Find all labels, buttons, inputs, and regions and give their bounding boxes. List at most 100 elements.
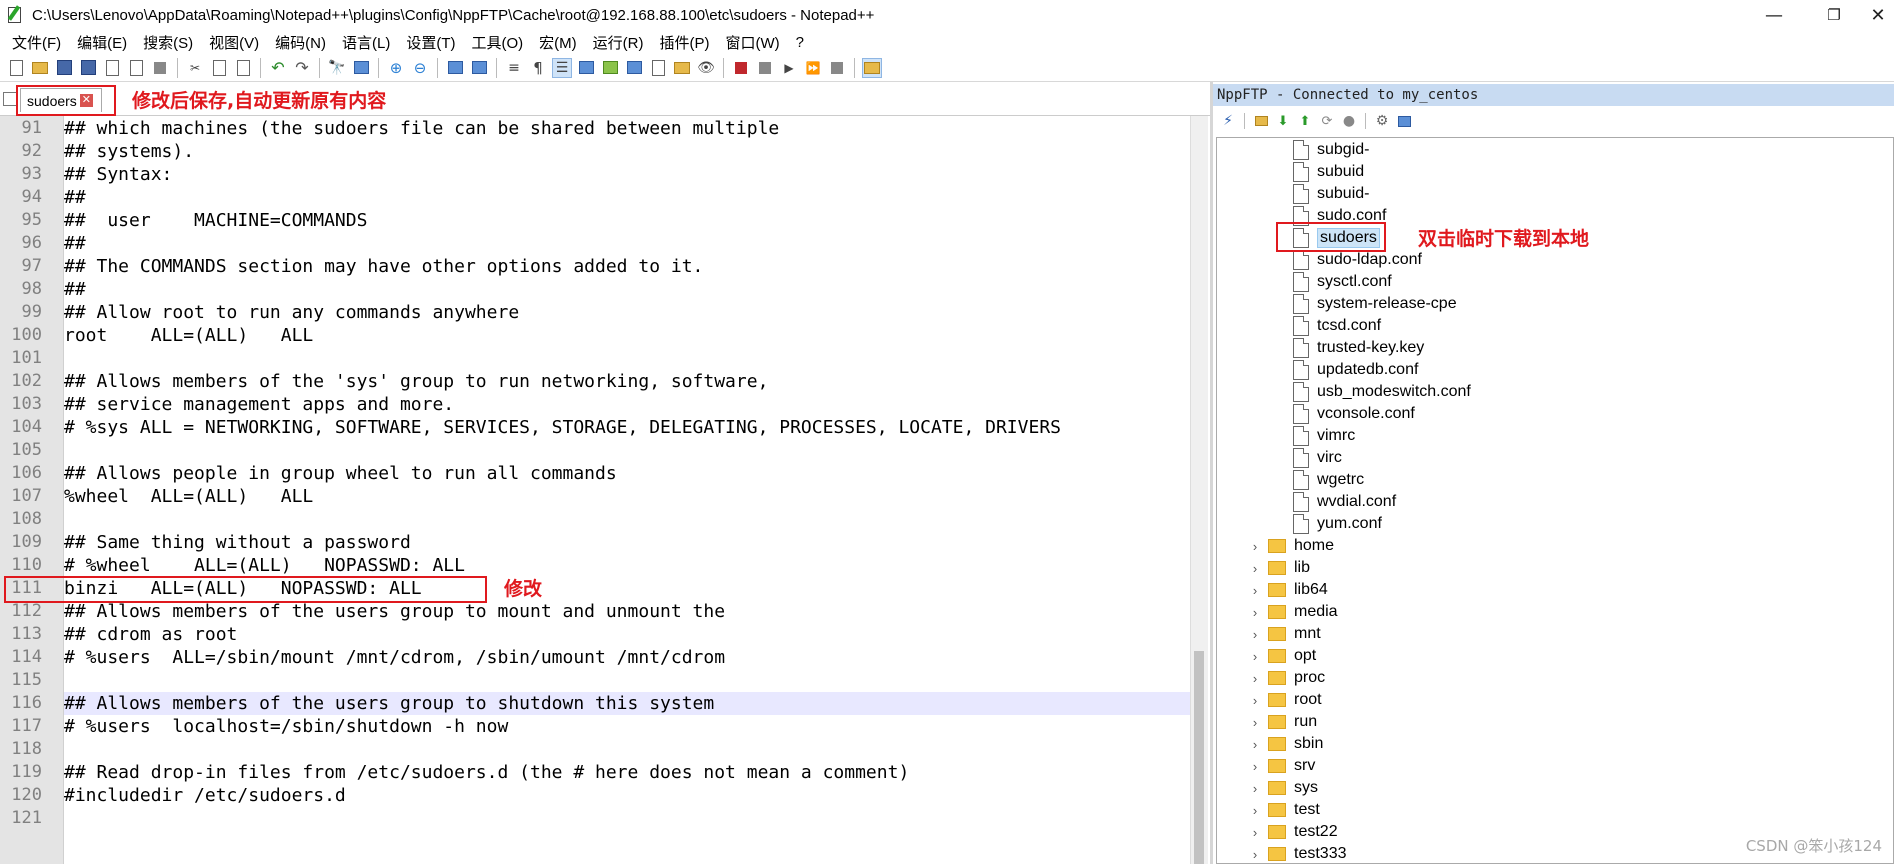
doc-map-icon[interactable] bbox=[600, 58, 620, 78]
file-node[interactable]: yum.conf bbox=[1293, 513, 1382, 535]
folder-workspace-icon[interactable] bbox=[648, 58, 668, 78]
code-editor[interactable]: 91 92 93 94 95 96 97 98 99 100 101 102 1… bbox=[0, 116, 1210, 864]
menu-view[interactable]: 视图(V) bbox=[201, 32, 267, 53]
print-icon[interactable] bbox=[150, 58, 170, 78]
folder-node[interactable]: › run bbox=[1248, 711, 1317, 733]
doc-list-icon[interactable] bbox=[672, 58, 692, 78]
replace-icon[interactable] bbox=[351, 58, 371, 78]
file-node[interactable]: vconsole.conf bbox=[1293, 403, 1415, 425]
undo-icon[interactable]: ↶ bbox=[268, 58, 288, 78]
cut-icon[interactable]: ✂ bbox=[185, 58, 205, 78]
code-line-current[interactable]: ## Allows members of the users group to … bbox=[64, 692, 1190, 715]
chevron-right-icon[interactable]: › bbox=[1248, 539, 1262, 554]
file-node[interactable]: sysctl.conf bbox=[1293, 271, 1392, 293]
file-node[interactable]: subuid bbox=[1293, 161, 1364, 183]
code-line[interactable]: ## Allow root to run any commands anywhe… bbox=[64, 301, 1190, 324]
folder-node[interactable]: › lib64 bbox=[1248, 579, 1328, 601]
folder-node[interactable]: › sbin bbox=[1248, 733, 1324, 755]
record-macro-icon[interactable] bbox=[731, 58, 751, 78]
folder-node[interactable]: › srv bbox=[1248, 755, 1316, 777]
editor-vertical-scrollbar[interactable] bbox=[1190, 116, 1208, 864]
sync-vertical-icon[interactable] bbox=[445, 58, 465, 78]
file-node[interactable]: vimrc bbox=[1293, 425, 1355, 447]
code-line[interactable]: # %users localhost=/sbin/shutdown -h now bbox=[64, 715, 1190, 738]
save-macro-icon[interactable] bbox=[827, 58, 847, 78]
code-line[interactable]: # %users ALL=/sbin/mount /mnt/cdrom, /sb… bbox=[64, 646, 1190, 669]
file-node[interactable]: subgid- bbox=[1293, 139, 1369, 161]
file-node[interactable]: subuid- bbox=[1293, 183, 1369, 205]
folder-node[interactable]: › home bbox=[1248, 535, 1334, 557]
stop-record-icon[interactable] bbox=[755, 58, 775, 78]
chevron-right-icon[interactable]: › bbox=[1248, 649, 1262, 664]
menu-run[interactable]: 运行(R) bbox=[585, 32, 652, 53]
scrollbar-thumb[interactable] bbox=[1194, 651, 1204, 864]
folder-node[interactable]: › sys bbox=[1248, 777, 1318, 799]
code-line[interactable]: ## Same thing without a password bbox=[64, 531, 1190, 554]
save-icon[interactable] bbox=[54, 58, 74, 78]
folder-node[interactable]: › test bbox=[1248, 799, 1320, 821]
run-macro-multiple-icon[interactable]: ⏩ bbox=[803, 58, 823, 78]
code-line[interactable]: ## Allows members of the 'sys' group to … bbox=[64, 370, 1190, 393]
chevron-right-icon[interactable]: › bbox=[1248, 561, 1262, 576]
connect-icon[interactable]: ⚡ bbox=[1219, 112, 1237, 130]
paste-icon[interactable] bbox=[233, 58, 253, 78]
code-line[interactable] bbox=[64, 508, 1190, 531]
code-line[interactable]: ## systems). bbox=[64, 140, 1190, 163]
file-node[interactable]: system-release-cpe bbox=[1293, 293, 1457, 315]
code-line[interactable] bbox=[64, 439, 1190, 462]
folder-node[interactable]: › media bbox=[1248, 601, 1338, 623]
code-line[interactable]: #includedir /etc/sudoers.d bbox=[64, 784, 1190, 807]
chevron-right-icon[interactable]: › bbox=[1248, 715, 1262, 730]
folder-node[interactable]: › test22 bbox=[1248, 821, 1338, 843]
code-line[interactable] bbox=[64, 669, 1190, 692]
menu-search[interactable]: 搜索(S) bbox=[135, 32, 201, 53]
file-node[interactable]: tcsd.conf bbox=[1293, 315, 1381, 337]
redo-icon[interactable]: ↷ bbox=[292, 58, 312, 78]
code-line[interactable] bbox=[64, 738, 1190, 761]
menu-file[interactable]: 文件(F) bbox=[4, 32, 69, 53]
code-line[interactable]: ## which machines (the sudoers file can … bbox=[64, 117, 1190, 140]
code-line[interactable]: ## bbox=[64, 232, 1190, 255]
code-text-area[interactable]: ## which machines (the sudoers file can … bbox=[64, 116, 1190, 864]
copy-icon[interactable] bbox=[209, 58, 229, 78]
user-language-icon[interactable] bbox=[576, 58, 596, 78]
folder-node[interactable]: › root bbox=[1248, 689, 1322, 711]
chevron-right-icon[interactable]: › bbox=[1248, 803, 1262, 818]
settings-icon[interactable]: ⚙ bbox=[1373, 112, 1391, 130]
folder-node[interactable]: › mnt bbox=[1248, 623, 1321, 645]
menu-language[interactable]: 语言(L) bbox=[334, 32, 398, 53]
indent-guide-icon[interactable]: ☰ bbox=[552, 57, 572, 78]
message-window-icon[interactable] bbox=[1395, 112, 1413, 130]
folder-node[interactable]: › lib bbox=[1248, 557, 1310, 579]
file-node[interactable]: wvdial.conf bbox=[1293, 491, 1396, 513]
find-icon[interactable]: 🔭 bbox=[327, 58, 347, 78]
folder-node[interactable]: › test333 bbox=[1248, 843, 1347, 863]
chevron-right-icon[interactable]: › bbox=[1248, 781, 1262, 796]
close-all-icon[interactable] bbox=[126, 58, 146, 78]
code-line[interactable]: ## The COMMANDS section may have other o… bbox=[64, 255, 1190, 278]
monitoring-icon[interactable]: 👁 bbox=[696, 58, 716, 78]
file-node[interactable]: sudo-ldap.conf bbox=[1293, 249, 1422, 271]
menu-plugins[interactable]: 插件(P) bbox=[651, 32, 717, 53]
chevron-right-icon[interactable]: › bbox=[1248, 583, 1262, 598]
sync-horizontal-icon[interactable] bbox=[469, 58, 489, 78]
code-line[interactable]: ## Read drop-in files from /etc/sudoers.… bbox=[64, 761, 1190, 784]
close-button[interactable]: ✕ bbox=[1848, 0, 1894, 30]
file-node[interactable]: usb_modeswitch.conf bbox=[1293, 381, 1471, 403]
code-line[interactable]: ## bbox=[64, 278, 1190, 301]
code-line[interactable]: ## Allows people in group wheel to run a… bbox=[64, 462, 1190, 485]
chevron-right-icon[interactable]: › bbox=[1248, 847, 1262, 862]
chevron-right-icon[interactable]: › bbox=[1248, 825, 1262, 840]
chevron-right-icon[interactable]: › bbox=[1248, 671, 1262, 686]
code-line[interactable]: root ALL=(ALL) ALL bbox=[64, 324, 1190, 347]
code-line[interactable]: # %wheel ALL=(ALL) NOPASSWD: ALL bbox=[64, 554, 1190, 577]
playback-macro-icon[interactable]: ▶ bbox=[779, 58, 799, 78]
chevron-right-icon[interactable]: › bbox=[1248, 605, 1262, 620]
file-node[interactable]: updatedb.conf bbox=[1293, 359, 1418, 381]
code-line[interactable] bbox=[64, 807, 1190, 830]
show-all-chars-icon[interactable]: ¶ bbox=[528, 58, 548, 78]
code-line[interactable]: ## service management apps and more. bbox=[64, 393, 1190, 416]
code-line[interactable]: ## bbox=[64, 186, 1190, 209]
code-line[interactable] bbox=[64, 347, 1190, 370]
code-line[interactable]: ## user MACHINE=COMMANDS bbox=[64, 209, 1190, 232]
